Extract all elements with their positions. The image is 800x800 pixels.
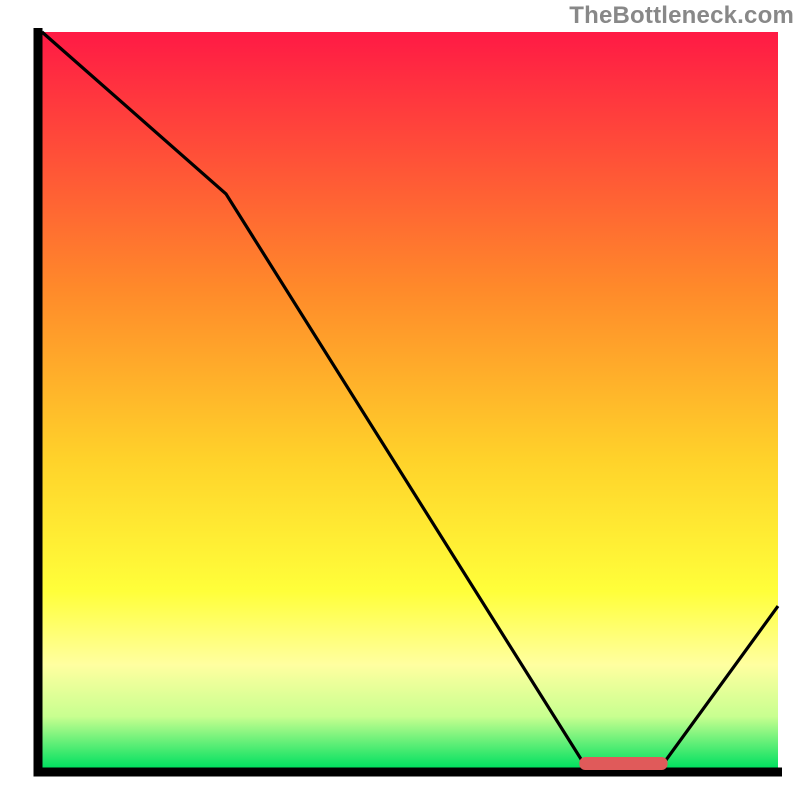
plot-gradient [42, 32, 778, 768]
chart-container: TheBottleneck.com [0, 0, 800, 800]
optimal-marker [579, 757, 667, 770]
bottleneck-chart [0, 0, 800, 800]
